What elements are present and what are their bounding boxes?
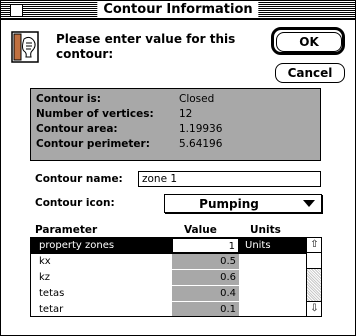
vertical-scrollbar[interactable]: ⇧ ⇩	[306, 238, 321, 316]
column-header-parameter: Parameter	[35, 224, 98, 236]
arrow-down-icon[interactable]: ⇩	[307, 301, 321, 316]
parameter-value-field[interactable]: 0.5	[172, 254, 239, 269]
parameter-name: property zones	[39, 240, 115, 251]
parameter-name: kz	[39, 272, 51, 283]
contour-information-dialog: Contour Information Please enter value f…	[0, 0, 356, 336]
scroll-thumb[interactable]	[307, 253, 321, 269]
info-label: Contour is:	[36, 93, 101, 105]
close-box-icon[interactable]	[10, 4, 23, 17]
parameter-value-field[interactable]: 1	[172, 238, 239, 253]
parameter-name: tetar	[39, 304, 64, 315]
table-row[interactable]: tetas 0.4	[31, 286, 307, 302]
column-header-units: Units	[250, 224, 281, 236]
parameter-value-field[interactable]: 0.6	[172, 270, 239, 285]
document-speaker-icon	[11, 31, 39, 63]
window-title: Contour Information	[97, 2, 259, 17]
contour-name-label: Contour name:	[35, 173, 123, 185]
table-row[interactable]: kx 0.5	[31, 254, 307, 270]
table-row[interactable]: tetar 0.1	[31, 302, 307, 316]
prompt-text: Please enter value for this contour:	[56, 32, 256, 62]
table-row[interactable]: kz 0.6	[31, 270, 307, 286]
prompt-line-2: contour:	[56, 47, 114, 61]
contour-icon-selected: Pumping	[199, 197, 259, 211]
parameter-value-field[interactable]: 0.4	[172, 286, 239, 301]
contour-name-input[interactable]	[138, 171, 321, 187]
parameter-table: property zones 1 Units kx 0.5 kz 0.6 tet…	[30, 237, 322, 317]
contour-icon-label: Contour icon:	[35, 197, 115, 209]
ok-button[interactable]: OK	[276, 32, 342, 52]
default-button-ring: OK	[271, 27, 345, 55]
parameter-units: Units	[245, 240, 271, 251]
info-value: 1.19936	[179, 123, 223, 135]
triangle-down-icon	[303, 200, 315, 207]
info-value: Closed	[179, 93, 215, 105]
title-bar[interactable]: Contour Information	[1, 1, 355, 20]
prompt-line-1: Please enter value for this	[56, 32, 236, 46]
info-label: Contour perimeter:	[36, 138, 150, 150]
contour-icon-popup[interactable]: Pumping	[164, 194, 322, 213]
contour-info-panel: Contour is: Closed Number of vertices: 1…	[30, 88, 321, 161]
parameter-name: tetas	[39, 288, 65, 299]
cancel-button[interactable]: Cancel	[275, 63, 345, 83]
parameter-value-field[interactable]: 0.1	[172, 302, 239, 316]
info-value: 12	[179, 108, 193, 120]
info-label: Number of vertices:	[36, 108, 154, 120]
parameter-name: kx	[39, 256, 51, 267]
column-header-value: Value	[184, 224, 217, 236]
table-row[interactable]: property zones 1 Units	[31, 238, 307, 254]
arrow-up-icon[interactable]: ⇧	[307, 238, 321, 253]
info-label: Contour area:	[36, 123, 118, 135]
info-value: 5.64196	[179, 138, 223, 150]
